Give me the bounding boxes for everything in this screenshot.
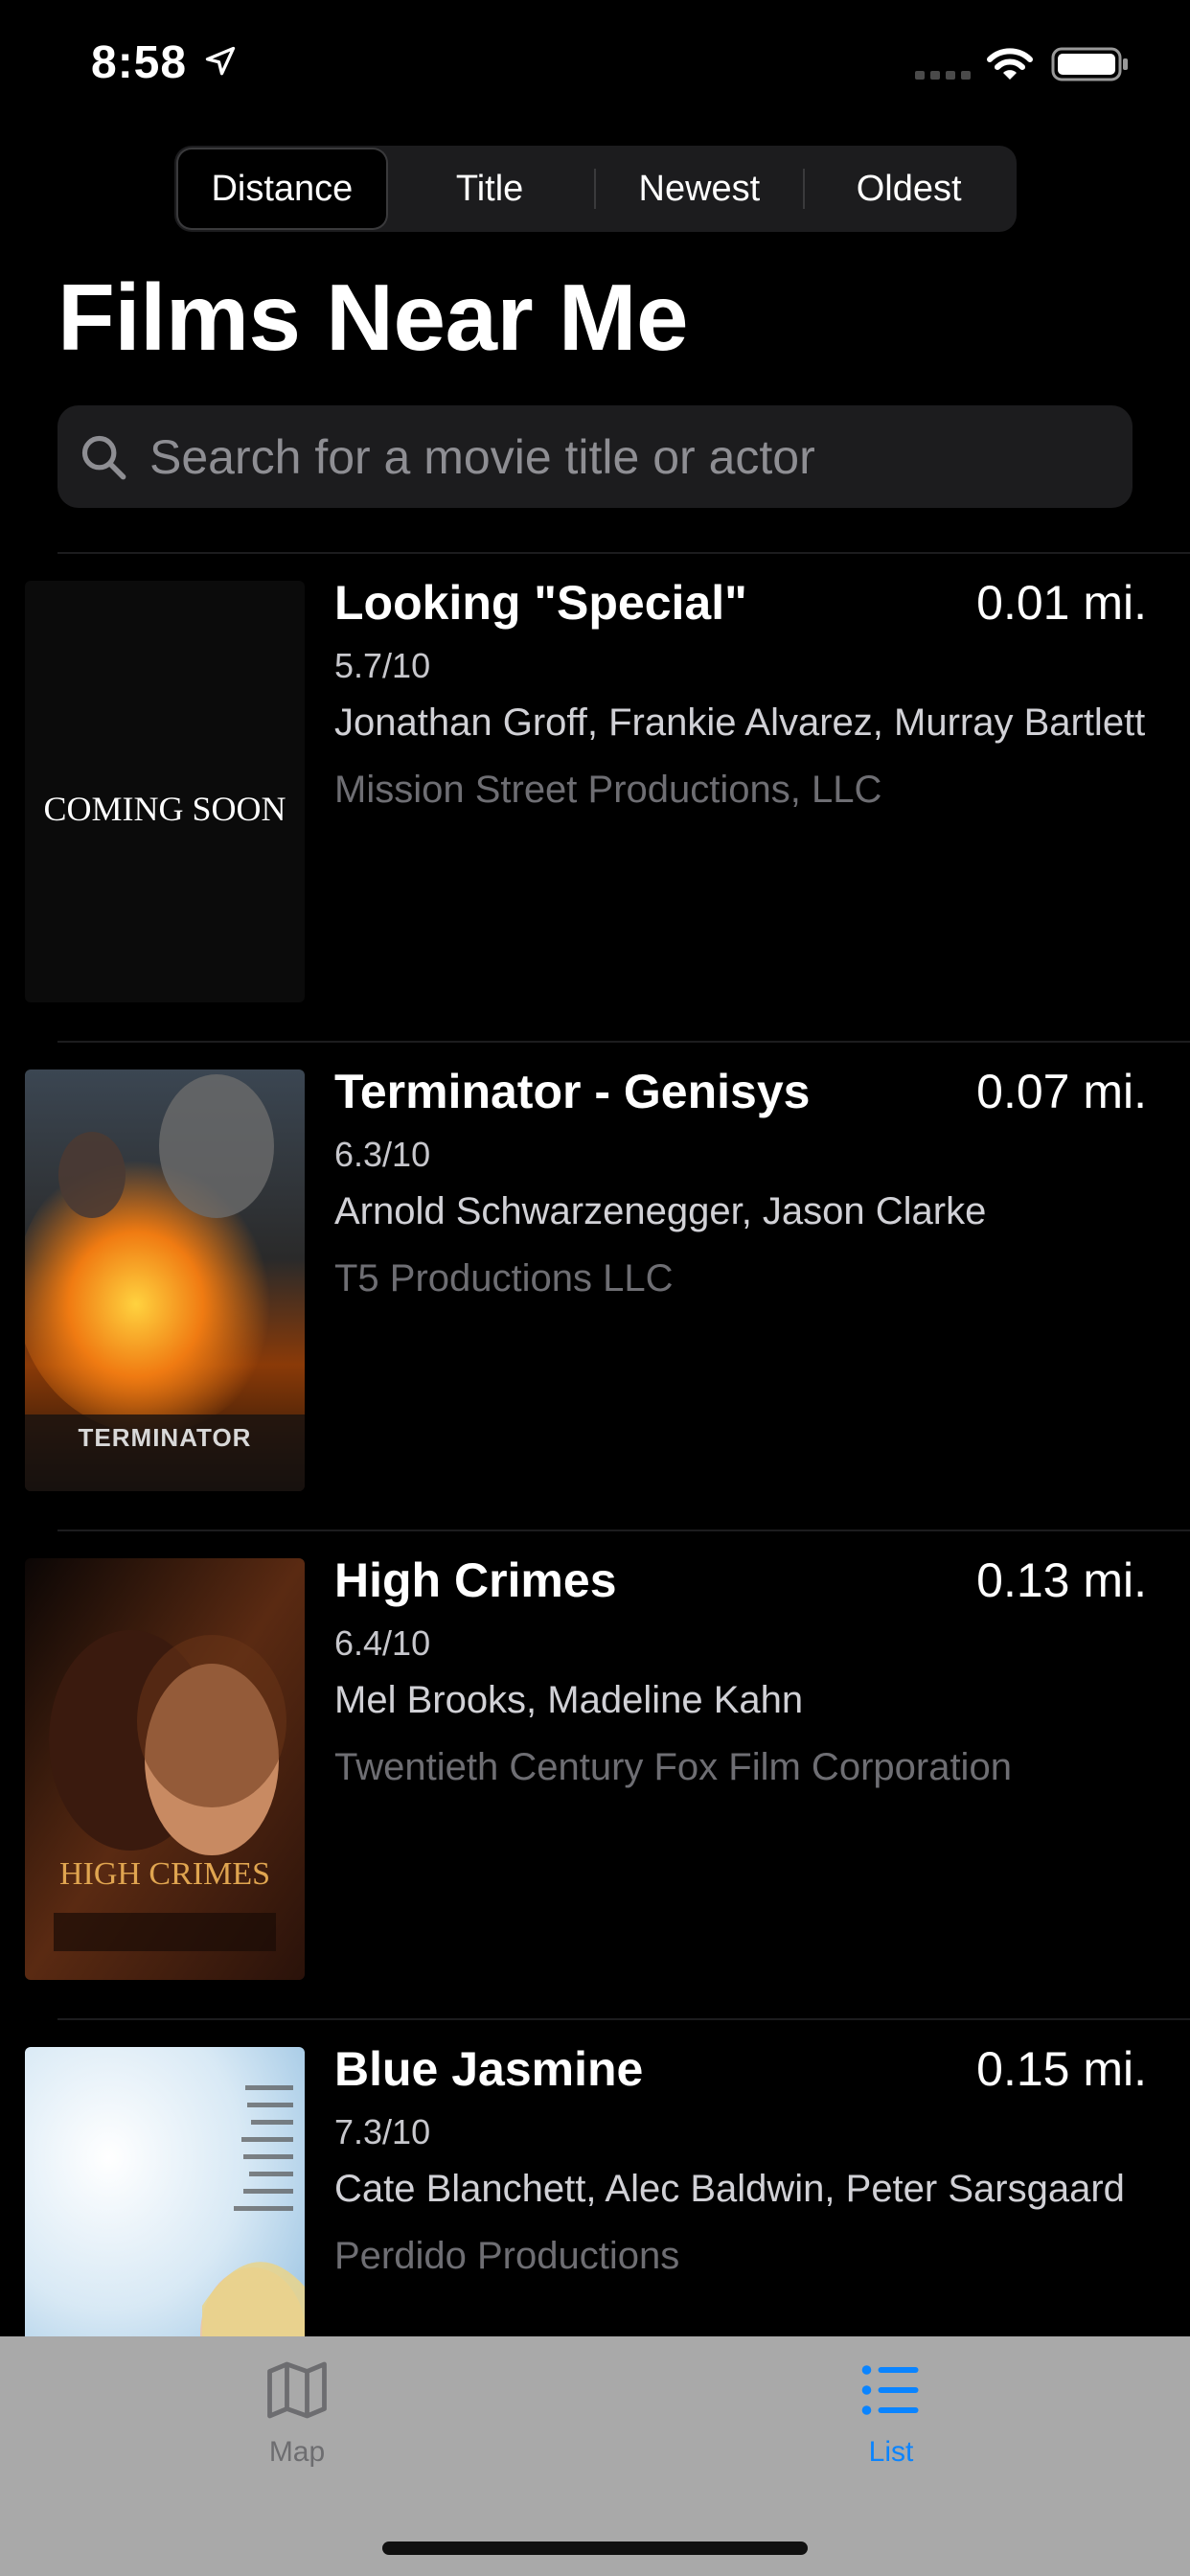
- movie-distance: 0.01 mi.: [976, 576, 1147, 630]
- movie-poster: [25, 2047, 305, 2363]
- movie-rating: 7.3/10: [334, 2112, 431, 2151]
- signal-icon: [915, 71, 971, 80]
- divider: [57, 1041, 1190, 1043]
- movie-rating: 5.7/10: [334, 646, 431, 685]
- divider: [57, 1530, 1190, 1531]
- wifi-icon: [987, 48, 1033, 80]
- movie-studio: Twentieth Century Fox Film Corporation: [334, 1746, 1012, 1788]
- movie-title: Looking "Special": [334, 576, 747, 630]
- page-title: Films Near Me: [57, 264, 688, 370]
- divider: [57, 552, 1190, 554]
- movie-rating: 6.4/10: [334, 1623, 431, 1663]
- home-indicator: [382, 2542, 808, 2555]
- sort-option-oldest[interactable]: Oldest: [805, 150, 1013, 228]
- poster-title: COMING SOON: [43, 790, 286, 828]
- location-arrow-icon: [205, 46, 236, 76]
- sort-segmented-control: Distance Title Newest Oldest: [174, 146, 1017, 232]
- status-time: 8:58: [91, 37, 188, 88]
- poster-title: TERMINATOR: [79, 1423, 252, 1452]
- status-bar: 8:58: [0, 0, 1190, 134]
- search-icon: [81, 435, 126, 479]
- list-item[interactable]: COMING SOON Looking "Special" 0.01 mi. 5…: [0, 552, 1190, 1041]
- movie-cast: Arnold Schwarzenegger, Jason Clarke: [334, 1190, 987, 1232]
- film-list: COMING SOON Looking "Special" 0.01 mi. 5…: [0, 552, 1190, 2507]
- movie-distance: 0.13 mi.: [976, 1553, 1147, 1607]
- movie-title: Blue Jasmine: [334, 2042, 644, 2096]
- search-input[interactable]: [148, 427, 1133, 486]
- movie-title: High Crimes: [334, 1553, 617, 1607]
- sort-option-newest[interactable]: Newest: [596, 150, 804, 228]
- map-icon: [267, 2361, 327, 2419]
- tab-label: List: [868, 2436, 914, 2468]
- movie-poster: TERMINATOR: [25, 1070, 305, 1491]
- list-item[interactable]: TERMINATOR Terminator - Genisys 0.07 mi.…: [0, 1041, 1190, 1530]
- movie-distance: 0.07 mi.: [976, 1065, 1147, 1118]
- divider: [57, 2018, 1190, 2020]
- search-bar[interactable]: [57, 405, 1133, 508]
- movie-poster: COMING SOON: [25, 581, 305, 1002]
- list-item[interactable]: HIGH CRIMES High Crimes 0.13 mi. 6.4/10 …: [0, 1530, 1190, 2018]
- tab-bar: Map List: [0, 2336, 1190, 2576]
- poster-title: HIGH CRIMES: [59, 1856, 270, 1892]
- movie-cast: Cate Blanchett, Alec Baldwin, Peter Sars…: [334, 2168, 1125, 2210]
- sort-option-distance[interactable]: Distance: [178, 150, 386, 228]
- tab-label: Map: [268, 2436, 326, 2468]
- sort-option-title[interactable]: Title: [386, 150, 594, 228]
- movie-rating: 6.3/10: [334, 1135, 431, 1174]
- tab-list[interactable]: List: [795, 2356, 987, 2499]
- movie-studio: Perdido Productions: [334, 2235, 680, 2277]
- movie-title: Terminator - Genisys: [334, 1065, 811, 1118]
- movie-cast: Mel Brooks, Madeline Kahn: [334, 1679, 804, 1721]
- movie-poster: HIGH CRIMES: [25, 1558, 305, 1980]
- movie-distance: 0.15 mi.: [976, 2042, 1147, 2096]
- movie-studio: T5 Productions LLC: [334, 1257, 674, 1300]
- movie-studio: Mission Street Productions, LLC: [334, 769, 882, 811]
- movie-cast: Jonathan Groff, Frankie Alvarez, Murray …: [334, 702, 1146, 744]
- list-icon: [861, 2365, 919, 2415]
- tab-map[interactable]: Map: [201, 2356, 393, 2499]
- battery-icon: [1051, 47, 1128, 81]
